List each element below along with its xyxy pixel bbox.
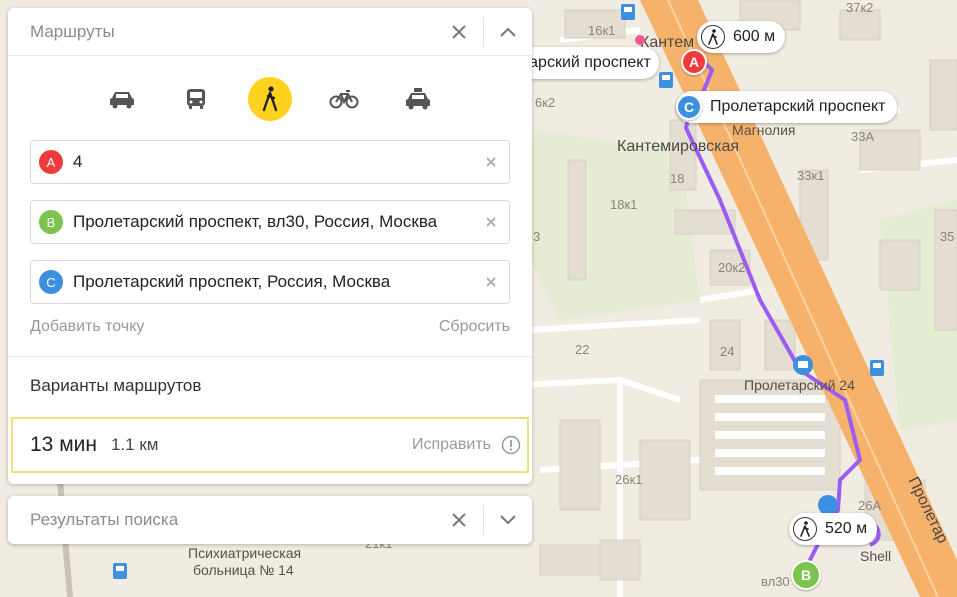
route-option[interactable]: 13 мин 1.1 км Исправить bbox=[11, 417, 529, 473]
add-point-link[interactable]: Добавить точку bbox=[30, 318, 144, 336]
bus-stop-icon[interactable] bbox=[621, 4, 635, 20]
map-label: 24 bbox=[720, 344, 734, 359]
fix-route-link[interactable]: Исправить bbox=[412, 436, 491, 454]
bus-stop-icon[interactable] bbox=[659, 72, 673, 88]
map-label: 3 bbox=[533, 229, 540, 244]
bus-icon bbox=[187, 89, 205, 109]
clear-point-a-button[interactable] bbox=[473, 144, 509, 180]
car-icon bbox=[110, 92, 134, 109]
point-actions: Добавить точку Сбросить bbox=[30, 318, 510, 336]
bicycle-mode-button[interactable] bbox=[322, 77, 366, 121]
chevron-down-icon bbox=[500, 515, 516, 525]
chevron-up-icon bbox=[500, 27, 516, 37]
taxi-icon bbox=[406, 88, 430, 110]
point-c-marker[interactable]: C bbox=[676, 94, 702, 120]
map-label: 26к1 bbox=[615, 472, 642, 487]
walk-distance-value: 600 м bbox=[733, 28, 776, 45]
routes-panel-title: Маршруты bbox=[30, 21, 115, 41]
car-mode-button[interactable] bbox=[100, 77, 144, 121]
point-b-input[interactable]: Пролетарский проспект, вл30, Россия, Мос… bbox=[73, 212, 473, 232]
map-label-metro: Кантемировская bbox=[617, 138, 739, 155]
transport-modes bbox=[8, 56, 532, 142]
point-c-callout-text: Пролетарский проспект bbox=[710, 98, 886, 115]
close-icon bbox=[452, 24, 466, 39]
point-a-field[interactable]: A 4 bbox=[30, 140, 510, 184]
warning-icon[interactable] bbox=[501, 435, 521, 455]
clear-point-b-button[interactable] bbox=[473, 204, 509, 240]
point-c-input[interactable]: Пролетарский проспект, Россия, Москва bbox=[73, 272, 473, 292]
clear-point-c-button[interactable] bbox=[473, 264, 509, 300]
map-label: 18 bbox=[670, 171, 684, 186]
map-label: 6к2 bbox=[535, 95, 555, 110]
shop-icon[interactable] bbox=[793, 355, 813, 375]
bicycle-icon bbox=[329, 90, 359, 109]
bus-stop-icon[interactable] bbox=[870, 360, 884, 376]
walk-distance-badge: 600 м bbox=[697, 21, 786, 53]
pedestrian-mode-button[interactable] bbox=[248, 77, 292, 121]
map-label: вл30 bbox=[761, 574, 790, 589]
section-divider bbox=[8, 356, 532, 357]
map-label: 33к1 bbox=[797, 168, 824, 183]
map-label: 18к1 bbox=[610, 197, 637, 212]
point-b-marker[interactable]: B bbox=[791, 560, 821, 590]
map-label: 22 bbox=[575, 342, 589, 357]
point-c-pin-icon: C bbox=[39, 270, 63, 294]
point-b-field[interactable]: B Пролетарский проспект, вл30, Россия, М… bbox=[30, 200, 510, 244]
walk-distance-value: 520 м bbox=[825, 520, 868, 537]
metro-icon[interactable] bbox=[635, 35, 645, 45]
transit-mode-button[interactable] bbox=[174, 77, 218, 121]
walk-distance-badge: 520 м bbox=[789, 513, 878, 545]
point-c-field[interactable]: C Пролетарский проспект, Россия, Москва bbox=[30, 260, 510, 304]
close-search-button[interactable] bbox=[435, 496, 483, 544]
point-b-pin-icon: B bbox=[39, 210, 63, 234]
map-label-poi: Магнолия bbox=[732, 122, 796, 138]
route-distance: 1.1 км bbox=[110, 435, 159, 454]
map-label: 16к1 bbox=[588, 23, 615, 38]
search-results-panel: Результаты поиска bbox=[8, 496, 532, 544]
close-icon bbox=[486, 217, 496, 227]
close-icon bbox=[486, 277, 496, 287]
routes-panel: Маршруты A 4 B Пролетарский проспект, вл… bbox=[8, 8, 532, 484]
map-label-poi: больница № 14 bbox=[193, 562, 294, 578]
pedestrian-icon bbox=[701, 25, 725, 49]
close-icon bbox=[486, 157, 496, 167]
point-a-callout-text: тарский проспект bbox=[522, 54, 651, 71]
map-label: 20к2 bbox=[718, 260, 745, 275]
map-label: 35 bbox=[940, 229, 954, 244]
point-a-marker[interactable]: A bbox=[681, 49, 707, 75]
routes-panel-header: Маршруты bbox=[8, 8, 532, 56]
close-icon bbox=[452, 513, 466, 527]
route-time: 13 мин bbox=[30, 433, 97, 456]
map-label-poi: Психиатрическая bbox=[188, 545, 301, 561]
taxi-mode-button[interactable] bbox=[396, 77, 440, 121]
route-variants-heading: Варианты маршрутов bbox=[30, 376, 202, 395]
map-label-poi: Пролетарский 24 bbox=[744, 377, 855, 393]
bus-stop-icon[interactable] bbox=[113, 563, 127, 579]
pedestrian-icon bbox=[793, 517, 817, 541]
point-c-callout[interactable]: Пролетарский проспект bbox=[676, 91, 898, 123]
point-a-input[interactable]: 4 bbox=[73, 152, 473, 172]
point-a-callout[interactable]: тарский проспект bbox=[512, 47, 659, 79]
close-button[interactable] bbox=[435, 8, 483, 56]
search-results-title: Результаты поиска bbox=[30, 510, 179, 529]
map-label: 26А bbox=[858, 498, 881, 513]
point-a-pin-icon: A bbox=[39, 150, 63, 174]
map-label-poi: Shell bbox=[860, 548, 891, 564]
map-label: 33А bbox=[851, 129, 874, 144]
map-label: 37к2 bbox=[846, 0, 873, 15]
pedestrian-icon bbox=[262, 86, 278, 112]
expand-search-button[interactable] bbox=[484, 496, 532, 544]
collapse-button[interactable] bbox=[484, 8, 532, 56]
fuel-station-icon[interactable] bbox=[818, 495, 838, 515]
reset-link[interactable]: Сбросить bbox=[439, 318, 510, 336]
